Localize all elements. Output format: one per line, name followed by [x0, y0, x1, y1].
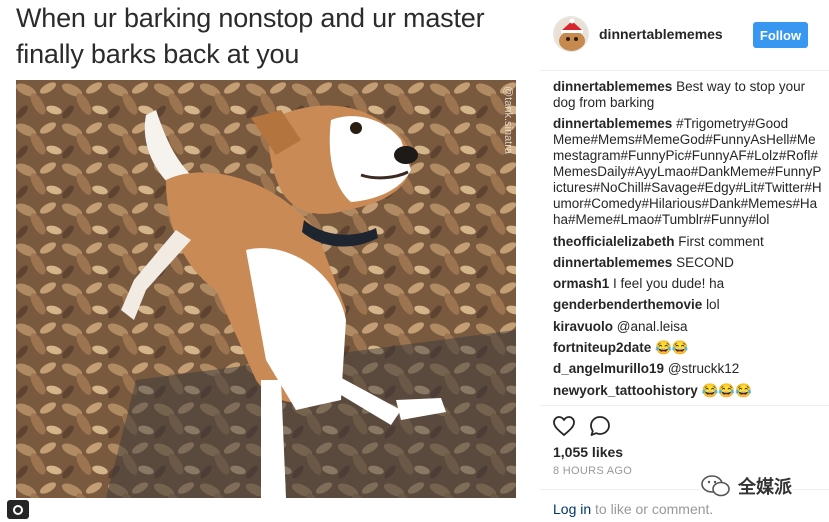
comment-item: genderbenderthemovie lol — [553, 297, 823, 313]
follow-button[interactable]: Follow — [753, 22, 808, 48]
meme-caption-line-2: finally barks back at you — [16, 39, 300, 69]
comment-item: d_angelmurillo19 @struckk12 — [553, 361, 823, 377]
comment-item: kiravuolo @anal.leisa — [553, 319, 823, 335]
comment-text: I feel you dude! ha — [613, 276, 725, 292]
comment-author[interactable]: kiravuolo — [553, 319, 613, 334]
photo-watermark: @tank.sinatra — [502, 86, 514, 155]
brand-text: 全媒派 — [738, 477, 792, 498]
dog-photo-illustration — [16, 80, 516, 498]
header-divider — [540, 70, 829, 71]
comment-bubble-icon[interactable] — [588, 414, 612, 438]
comment-mention[interactable]: @struckk12 — [668, 361, 739, 376]
comment-item: fortniteup2date 😂😂 — [553, 340, 823, 356]
comment-author[interactable]: dinnertablememes — [553, 255, 672, 270]
comment-author[interactable]: genderbenderthemovie — [553, 297, 702, 312]
comment-author[interactable]: ormash1 — [553, 276, 609, 291]
avatar-image — [554, 17, 588, 51]
heart-icon[interactable] — [552, 414, 576, 438]
comment-author[interactable]: fortniteup2date — [553, 340, 651, 355]
comment-text: lol — [706, 297, 720, 313]
comment-text: 😂😂 — [655, 340, 689, 356]
wechat-brand-icon — [701, 475, 730, 497]
login-prompt: Log in to like or comment. — [553, 501, 713, 517]
login-prompt-text: to like or comment. — [591, 501, 714, 517]
post-photo[interactable]: @tank.sinatra — [16, 80, 516, 498]
comment-author[interactable]: dinnertablememes — [553, 79, 672, 94]
comment-item: dinnertablememes #Trigometry#Good Meme#M… — [553, 116, 823, 228]
actions-divider — [540, 405, 829, 406]
comment-hashtags[interactable]: #Trigometry#Good Meme#Mems#MemeGod#Funny… — [553, 116, 822, 227]
post-sidebar: dinnertablememes Follow dinnertablememes… — [540, 0, 829, 522]
comments-list: dinnertablememes Best way to stop your d… — [553, 79, 823, 404]
comment-text: First comment — [678, 233, 764, 249]
comment-author[interactable]: dinnertablememes — [553, 116, 672, 131]
instagram-glyph-icon — [7, 500, 29, 519]
post-header: dinnertablememes Follow — [540, 0, 829, 70]
meme-caption-line-1: When ur barking nonstop and ur master — [16, 3, 485, 33]
comment-text: 😂😂😂 — [701, 382, 752, 398]
avatar[interactable] — [553, 16, 589, 52]
comment-text: SECOND — [676, 254, 734, 270]
comment-item: dinnertablememes Best way to stop your d… — [553, 79, 823, 111]
comment-item: dinnertablememes SECOND — [553, 255, 823, 271]
post-timestamp: 8 HOURS AGO — [553, 465, 633, 477]
comment-author[interactable]: newyork_tattoohistory — [553, 383, 698, 398]
comment-mention[interactable]: @anal.leisa — [617, 319, 688, 334]
comment-item: ormash1 I feel you dude! ha — [553, 276, 823, 292]
meme-caption: When ur barking nonstop and ur master fi… — [16, 0, 516, 72]
post-username[interactable]: dinnertablememes — [599, 26, 723, 42]
likes-count[interactable]: 1,055 likes — [553, 444, 623, 460]
login-link[interactable]: Log in — [553, 501, 591, 517]
comment-author[interactable]: theofficialelizabeth — [553, 234, 675, 249]
comment-item: theofficialelizabeth First comment — [553, 234, 823, 250]
comment-author[interactable]: d_angelmurillo19 — [553, 361, 664, 376]
comment-item: newyork_tattoohistory 😂😂😂 — [553, 383, 823, 399]
brand-watermark: 全媒派 — [700, 473, 792, 499]
